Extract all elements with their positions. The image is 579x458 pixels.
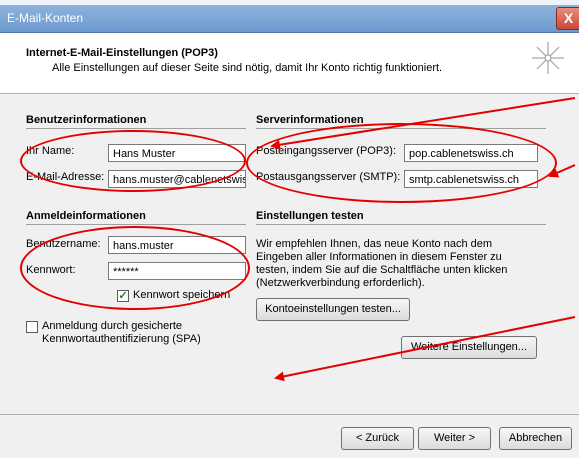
annotation-arrows: [270, 97, 576, 382]
annotation-arrow-3: [274, 316, 576, 382]
annotation-arrow-2: [548, 164, 576, 178]
annotation-arrow-1: [270, 97, 576, 150]
